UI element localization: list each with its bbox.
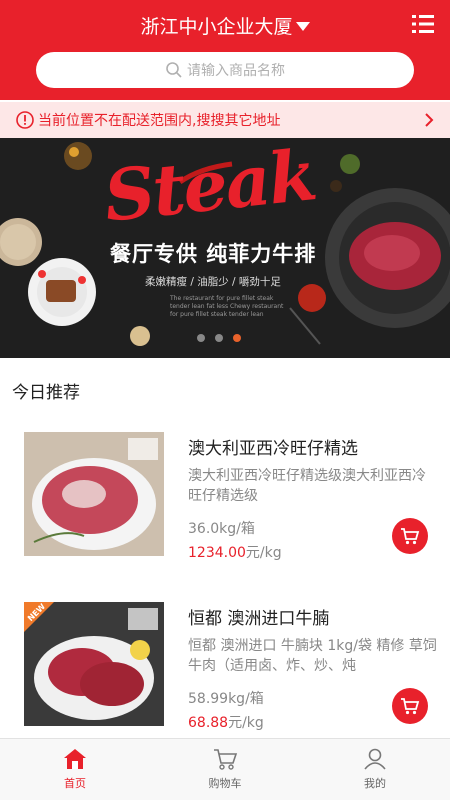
banner-headline: 餐厅专供 纯菲力牛排 <box>110 242 317 266</box>
location-label: 浙江中小企业大厦 <box>140 15 293 38</box>
carousel-indicator[interactable] <box>197 334 241 342</box>
price-value: 1234.00 <box>188 545 246 561</box>
product-price: 1234.00元/kg <box>188 542 282 562</box>
carousel-dot[interactable] <box>197 334 205 342</box>
bottom-tab-bar: 首页 购物车 我的 <box>0 738 450 800</box>
product-description: 澳大利亚西冷旺仔精选级澳大利亚西冷旺仔精选级 <box>188 468 426 504</box>
carousel-dot-active[interactable] <box>233 334 241 342</box>
header: 浙江中小企业大厦 请输入商品名称 <box>0 0 450 100</box>
product-description: 恒都 澳洲进口 牛腩块 1kg/袋 精修 草饲牛肉（适用卤、炸、炒、炖 <box>188 638 437 674</box>
add-to-cart-button[interactable] <box>392 518 428 554</box>
tab-profile-label: 我的 <box>364 777 386 790</box>
search-placeholder: 请输入商品名称 <box>187 63 285 79</box>
banner-subtitle: 柔嫩精瘦 / 油脂少 / 嚼劲十足 <box>145 276 281 288</box>
product-image[interactable]: NEW <box>24 602 164 726</box>
tab-home[interactable]: 首页 <box>0 739 150 800</box>
add-to-cart-button[interactable] <box>392 688 428 724</box>
tab-profile[interactable]: 我的 <box>300 739 450 800</box>
price-unit: 元/kg <box>245 545 282 561</box>
product-spec: 58.99kg/箱 <box>188 691 264 707</box>
user-icon <box>364 748 386 770</box>
chevron-right-icon <box>425 113 434 127</box>
cart-icon <box>214 749 238 770</box>
tab-cart[interactable]: 购物车 <box>150 739 300 800</box>
tab-cart-label: 购物车 <box>208 777 242 790</box>
search-input[interactable]: 请输入商品名称 <box>36 52 414 88</box>
section-title: 今日推荐 <box>12 383 80 403</box>
location-selector[interactable]: 浙江中小企业大厦 <box>0 8 450 42</box>
price-value: 68.88 <box>188 715 229 731</box>
carousel-dot[interactable] <box>215 334 223 342</box>
notice-text: 当前位置不在配送范围内,搜搜其它地址 <box>38 113 281 129</box>
list-menu-icon[interactable] <box>412 14 434 34</box>
product-spec: 36.0kg/箱 <box>188 521 255 537</box>
caret-down-icon <box>295 21 310 31</box>
search-icon <box>166 62 182 78</box>
price-unit: 元/kg <box>228 715 264 731</box>
meat-image <box>24 432 164 556</box>
product-name[interactable]: 恒都 澳洲进口牛腩 <box>188 604 329 629</box>
home-icon <box>64 749 86 769</box>
meat-image <box>24 602 164 726</box>
banner-fine-print: The restaurant for pure fillet steak ten… <box>170 295 284 318</box>
alert-icon <box>16 111 34 129</box>
promo-banner[interactable]: Steak 餐厅专供 纯菲力牛排 柔嫩精瘦 / 油脂少 / 嚼劲十足 The r… <box>0 138 450 358</box>
delivery-notice[interactable]: 当前位置不在配送范围内,搜搜其它地址 <box>0 102 450 138</box>
product-card[interactable]: 澳大利亚西冷旺仔精选 澳大利亚西冷旺仔精选级澳大利亚西冷旺仔精选级 36.0kg… <box>0 432 450 592</box>
cart-icon <box>401 528 420 545</box>
tab-home-label: 首页 <box>64 777 86 790</box>
product-image[interactable] <box>24 432 164 556</box>
cart-icon <box>401 698 420 715</box>
product-name[interactable]: 澳大利亚西冷旺仔精选 <box>188 434 358 459</box>
product-price: 68.88元/kg <box>188 712 264 732</box>
